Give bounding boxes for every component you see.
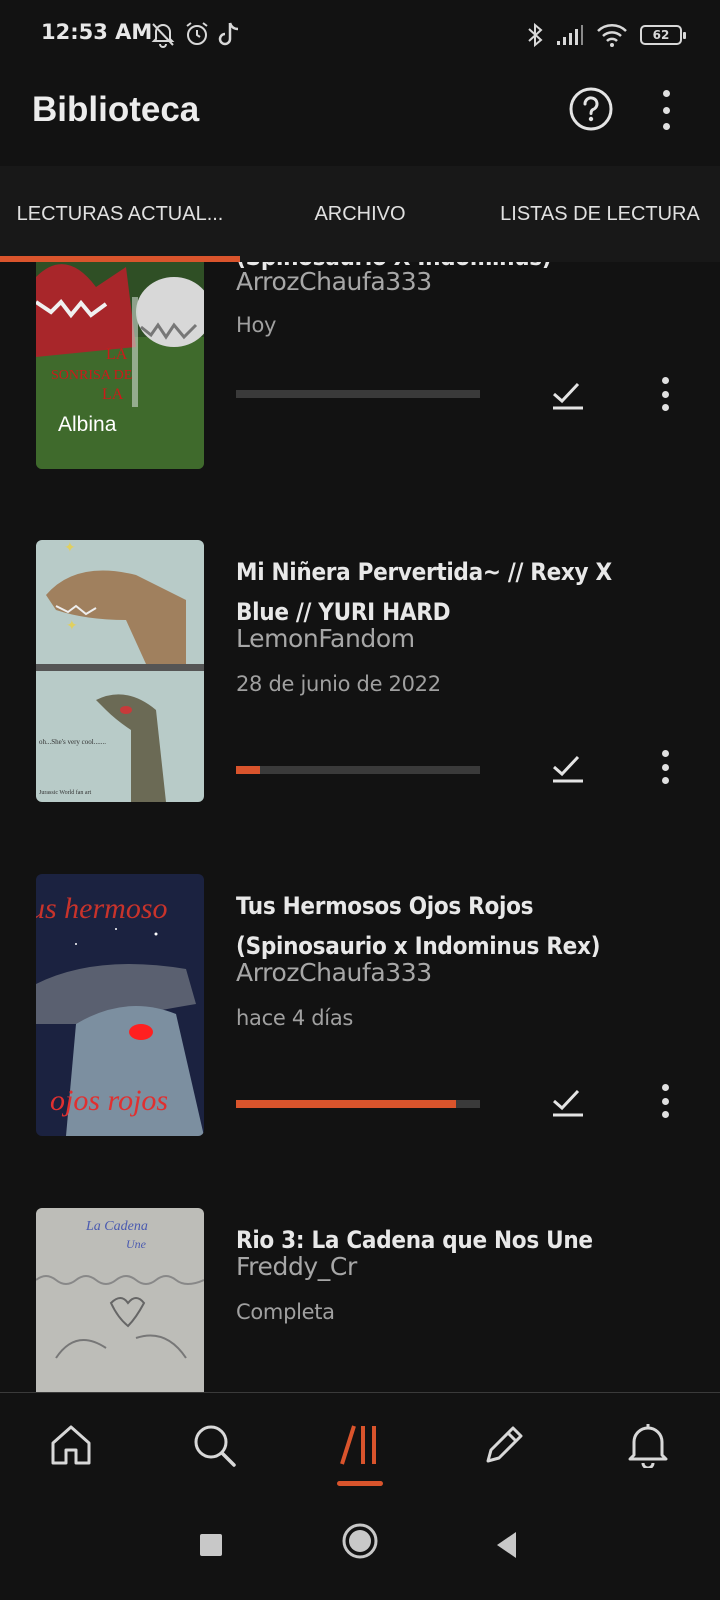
- nav-home[interactable]: [41, 1415, 101, 1475]
- svg-text:✦: ✦: [66, 618, 78, 634]
- cover-text: ojos rojos: [50, 1084, 168, 1117]
- story-author[interactable]: LemonFandom: [236, 624, 415, 653]
- story-last-updated: Completa: [236, 1300, 335, 1324]
- nav-write[interactable]: [474, 1415, 534, 1475]
- story-more-button[interactable]: [660, 750, 670, 784]
- recents-icon[interactable]: [198, 1532, 224, 1558]
- more-vert-icon: [661, 1084, 669, 1091]
- tab-archive[interactable]: ARCHIVO: [240, 166, 480, 262]
- search-icon: [194, 1425, 236, 1467]
- story-list[interactable]: LA SONRISA DE LA Albina (Spinosaurio X I…: [0, 262, 720, 1392]
- bluetooth-icon: [528, 22, 543, 48]
- cover-text: Une: [126, 1237, 147, 1251]
- nav-active-indicator: [337, 1481, 383, 1486]
- mark-complete-icon[interactable]: [551, 1084, 585, 1118]
- more-options-button[interactable]: [655, 90, 677, 130]
- story-last-updated: Hoy: [236, 313, 277, 337]
- more-vert-icon: [661, 377, 669, 384]
- story-cover[interactable]: LA SONRISA DE LA Albina: [36, 262, 204, 469]
- reading-progress-bar: [236, 390, 480, 398]
- bottom-navigation: [0, 1392, 720, 1501]
- nav-search[interactable]: [184, 1415, 244, 1475]
- reading-progress-fill: [236, 766, 261, 774]
- cover-text: us hermoso: [36, 892, 168, 925]
- cover-text: Albina: [58, 413, 117, 436]
- more-vert-icon: [662, 90, 670, 97]
- story-more-button[interactable]: [660, 1084, 670, 1118]
- story-more-button[interactable]: [660, 377, 670, 411]
- more-vert-icon: [661, 750, 669, 757]
- story-last-updated: 28 de junio de 2022: [236, 672, 441, 696]
- mark-complete-icon[interactable]: [551, 750, 585, 784]
- story-author[interactable]: ArrozChaufa333: [236, 267, 432, 296]
- alarm-icon: [186, 22, 208, 45]
- status-system-icons: 62: [526, 22, 686, 48]
- nav-library[interactable]: [330, 1415, 390, 1475]
- wifi-icon: [597, 24, 627, 47]
- reading-progress-bar: [236, 766, 480, 774]
- list-item[interactable]: us hermoso ojos rojos Tus Hermosos Ojos …: [0, 874, 720, 1136]
- reading-progress-fill: [236, 1100, 456, 1108]
- app-bar: Biblioteca: [0, 70, 720, 165]
- write-icon: [486, 1426, 523, 1463]
- cover-text: SONRISA DE: [51, 368, 132, 383]
- status-bar: 12:53 AM 62: [0, 0, 720, 70]
- home-circle-icon[interactable]: [341, 1522, 379, 1560]
- help-icon: [569, 87, 613, 131]
- cover-text: oh...She's very cool.......: [39, 738, 106, 746]
- back-icon[interactable]: [494, 1530, 520, 1560]
- tab-reading-lists[interactable]: LISTAS DE LECTURA: [480, 166, 720, 262]
- story-cover[interactable]: La Cadena Une: [36, 1208, 204, 1392]
- mark-complete-icon[interactable]: [551, 377, 585, 411]
- cover-text: Jurassic World fan art: [39, 789, 92, 796]
- story-cover[interactable]: ✦ ✦ oh...She's very cool....... Jurassic…: [36, 540, 204, 802]
- story-author[interactable]: Freddy_Cr: [236, 1252, 357, 1281]
- tab-bar: LECTURAS ACTUAL... ARCHIVO LISTAS DE LEC…: [0, 166, 720, 262]
- story-title[interactable]: Mi Niñera Pervertida~ // Rexy X Blue // …: [236, 552, 656, 632]
- help-button[interactable]: [568, 86, 614, 132]
- list-item[interactable]: LA SONRISA DE LA Albina (Spinosaurio X I…: [0, 262, 720, 469]
- list-item[interactable]: La Cadena Une Rio 3: La Cadena que Nos U…: [0, 1208, 720, 1392]
- signal-icon: [557, 25, 583, 45]
- story-last-updated: hace 4 días: [236, 1006, 354, 1030]
- reading-progress-bar: [236, 1100, 480, 1108]
- cover-text: La Cadena: [85, 1219, 148, 1234]
- nav-notifications[interactable]: [618, 1415, 678, 1475]
- cover-text: LA: [106, 346, 128, 363]
- home-icon: [51, 1425, 91, 1465]
- story-author[interactable]: ArrozChaufa333: [236, 958, 432, 987]
- battery-icon: 62: [640, 25, 686, 45]
- tab-current-reads[interactable]: LECTURAS ACTUAL...: [0, 166, 240, 262]
- status-time: 12:53 AM: [41, 20, 153, 44]
- list-item[interactable]: ✦ ✦ oh...She's very cool....... Jurassic…: [0, 540, 720, 802]
- library-icon: [340, 1425, 376, 1465]
- story-title[interactable]: Tus Hermosos Ojos Rojos (Spinosaurio x I…: [236, 886, 656, 966]
- bell-off-icon: [151, 23, 175, 48]
- story-cover[interactable]: us hermoso ojos rojos: [36, 874, 204, 1136]
- svg-text:✦: ✦: [64, 540, 76, 556]
- notifications-icon: [628, 1424, 668, 1468]
- tiktok-icon: [218, 22, 239, 46]
- page-title: Biblioteca: [32, 90, 200, 129]
- status-notification-icons: [150, 20, 242, 48]
- battery-level: 62: [652, 28, 670, 42]
- cover-text: LA: [102, 386, 124, 403]
- system-navigation: [0, 1500, 720, 1600]
